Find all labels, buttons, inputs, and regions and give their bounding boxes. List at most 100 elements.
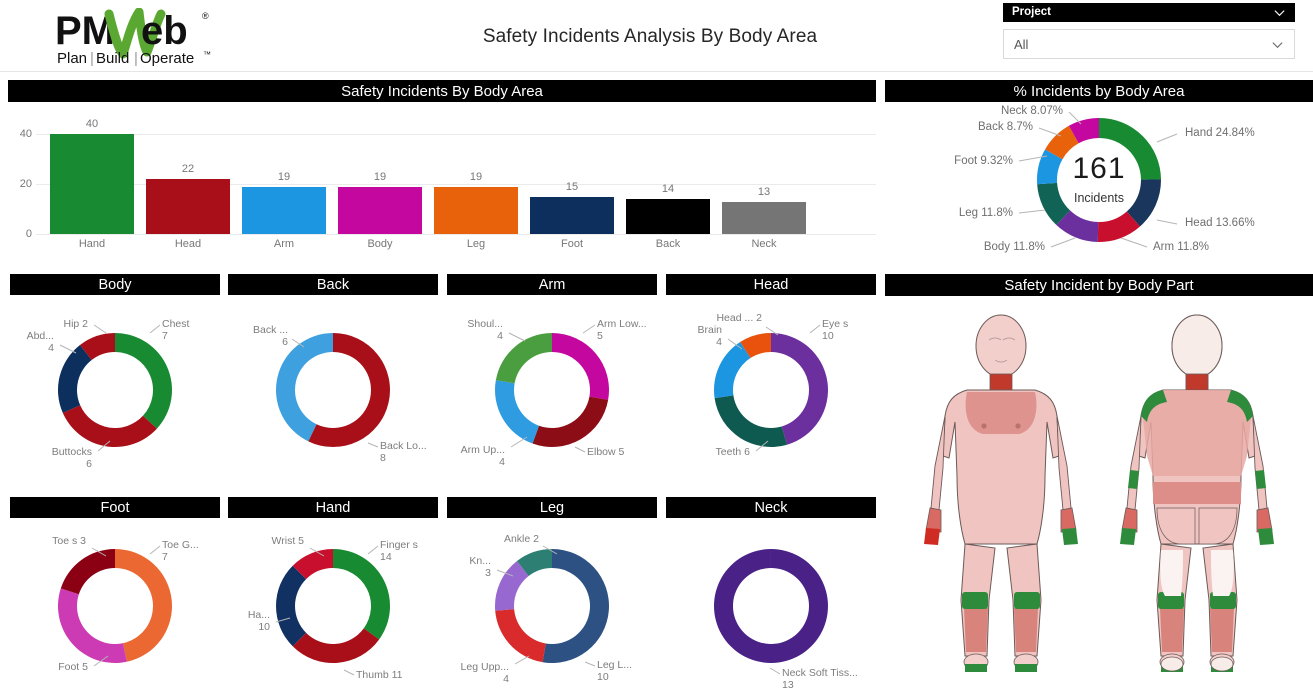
project-slicer-label: Project [1012, 6, 1051, 18]
donut-value-label: 6 [86, 458, 92, 470]
donut-segment-arm-low[interactable] [552, 333, 609, 400]
bar-value-label: 19 [373, 170, 387, 183]
bar-value-label: 19 [277, 170, 291, 183]
bar-rect[interactable] [146, 179, 230, 234]
panel-header-body: Body [10, 274, 220, 295]
bar-neck[interactable] [722, 201, 806, 234]
bar-category-label: Foot [560, 238, 583, 250]
leader-line [149, 324, 161, 334]
chevron-down-icon[interactable] [1271, 38, 1284, 51]
donut-label: Back ... [253, 324, 288, 336]
bar-chart: 40 20 0 40 Hand 22 Head 19 Arm 19 Body 19 Leg 15 Fo… [0, 106, 880, 258]
leader-line [1156, 219, 1178, 225]
pmweb-logo: PM eb ® Plan | Build | Operate ™ [55, 8, 255, 70]
donut-label: Head ... 2 [716, 312, 762, 324]
donut-segment-buttocks[interactable] [62, 405, 157, 447]
donut-segment-leg-l[interactable] [542, 549, 609, 663]
panel-header-back: Back [228, 274, 438, 295]
donut-segment-chest[interactable] [115, 333, 172, 429]
bar-category-label: Back [655, 238, 681, 250]
donut-label: Wrist 5 [272, 535, 305, 547]
bar-back[interactable] [626, 199, 710, 234]
donut-label: Eye s [822, 318, 848, 330]
donut-value-label: 6 [282, 336, 288, 348]
donut-value-label: 4 [716, 336, 722, 348]
body-front-view [924, 314, 1078, 673]
back-donut-panel: Back ... 6 Back Lo... 8 [228, 295, 438, 485]
human-body-heatmap [924, 314, 1274, 673]
svg-text:®: ® [202, 11, 209, 21]
hand-donut-chart: Finger s14 Wrist 5 Ha...10 Thumb 11 [248, 535, 418, 681]
project-slicer-value: All [1014, 36, 1029, 52]
svg-text:Operate: Operate [140, 50, 194, 67]
donut-value-label: 3 [485, 567, 491, 579]
leader-line [582, 324, 596, 334]
leader-line [769, 667, 781, 675]
donut-label: Ha... [248, 609, 270, 621]
bar-rect[interactable] [434, 186, 518, 234]
donut-value-label: 7 [162, 330, 168, 342]
donut-segment-back[interactable] [276, 333, 333, 442]
donut-segment-toe-g[interactable] [115, 549, 172, 662]
donut-segment-brain[interactable] [714, 342, 751, 399]
donut-value-label: 4 [48, 342, 54, 354]
donut-segment-thumb[interactable] [292, 628, 380, 663]
leader-line [1050, 237, 1076, 248]
donut-segment-neck-soft-tiss[interactable] [713, 549, 828, 663]
donut-label: Ankle 2 [504, 533, 539, 545]
bar-rect[interactable] [530, 196, 614, 234]
donut-segment-elbow[interactable] [532, 396, 609, 447]
bar-rect[interactable] [722, 201, 806, 234]
body-donut-chart: Chest7 Hip 2 Abd...4 Buttocks6 [27, 318, 190, 470]
donut-segment-arm-up[interactable] [495, 380, 540, 444]
svg-text:eb: eb [141, 9, 188, 53]
donut-label: Buttocks [52, 446, 92, 458]
donut-segment-abd[interactable] [58, 345, 92, 413]
leader-line [1038, 127, 1062, 137]
bar-rect[interactable] [50, 134, 134, 234]
bar-body[interactable] [338, 186, 422, 234]
panel-header-arm: Arm [447, 274, 657, 295]
bar-rect[interactable] [338, 186, 422, 234]
bodypart-diagram-panel [885, 296, 1313, 690]
bar-foot[interactable] [530, 196, 614, 234]
donut-label: Arm Low... [597, 318, 647, 330]
neck-donut-panel: Neck Soft Tiss... 13 [666, 518, 876, 690]
donut-value-label: 10 [258, 621, 270, 633]
donut-segment-toe-s[interactable] [60, 549, 115, 595]
donut-segment-foot[interactable] [58, 588, 127, 663]
bar-head[interactable] [146, 179, 230, 234]
donut-value-label: 8 [380, 452, 386, 464]
leader-line [809, 324, 821, 334]
bar-category-label: Leg [466, 238, 486, 250]
donut-segment-ha[interactable] [276, 565, 307, 647]
donut-label: Teeth 6 [716, 446, 751, 458]
bar-hand[interactable] [50, 134, 134, 234]
donut-value-label: 10 [822, 330, 834, 342]
donut-label: Brain [697, 324, 722, 336]
donut-label: Toe s 3 [52, 535, 86, 547]
donut-value-label: 4 [499, 456, 505, 468]
donut-segment-teeth[interactable] [714, 395, 788, 447]
panel-header-pct-donut: % Incidents by Body Area [885, 80, 1313, 102]
donut-label: Abd... [27, 330, 54, 342]
bar-rect[interactable] [626, 199, 710, 234]
panel-header-hand: Hand [228, 497, 438, 518]
project-slicer-dropdown[interactable]: All [1003, 29, 1295, 59]
donut-label: Arm Up... [461, 444, 505, 456]
donut-label: Chest [162, 318, 190, 330]
donut-segment-leg-upp[interactable] [495, 609, 546, 663]
bar-rect[interactable] [242, 186, 326, 234]
donut-label: Kn... [469, 555, 491, 567]
pct-callout-label: Leg 11.8% [959, 207, 1013, 219]
leader-line [93, 324, 107, 334]
donut-value-label: 5 [597, 330, 603, 342]
donut-label: Hip 2 [63, 318, 88, 330]
bar-leg[interactable] [434, 186, 518, 234]
page-title: Safety Incidents Analysis By Body Area [482, 26, 818, 47]
panel-header-neck: Neck [666, 497, 876, 518]
bar-arm[interactable] [242, 186, 326, 234]
head-donut-panel: Eye s 10 Head ... 2 Brain 4 Teeth 6 [666, 295, 876, 485]
project-slicer[interactable]: Project All [1003, 3, 1295, 59]
body-donut-panel: Chest 7 Hip 2 Abd... 4 Buttocks 6 [10, 295, 220, 485]
